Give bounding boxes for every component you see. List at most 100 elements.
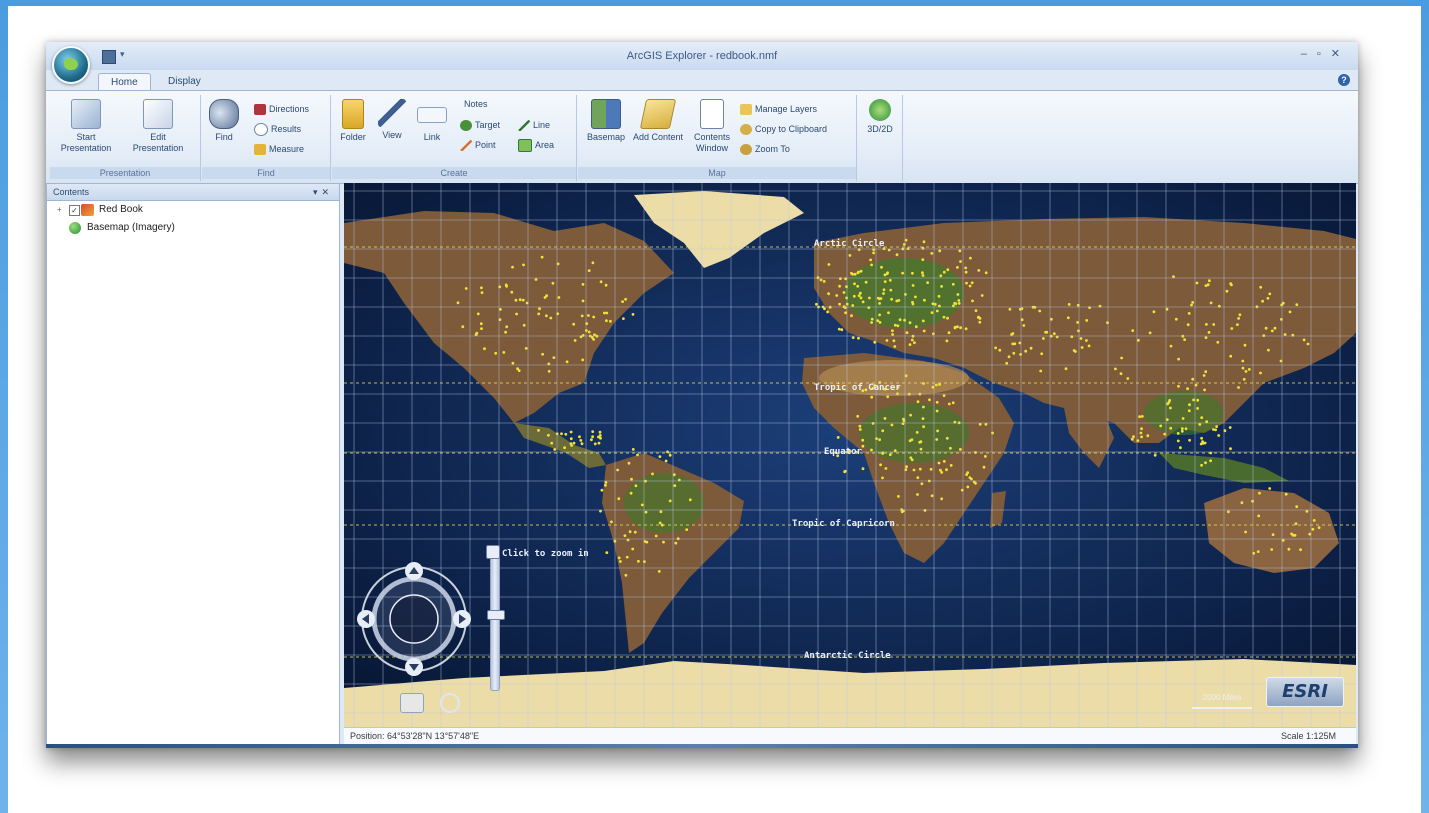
contents-window-button[interactable]: Contents Window	[686, 99, 738, 154]
find-button[interactable]: Find	[202, 99, 246, 143]
tropic-cancer-label: Tropic of Cancer	[814, 383, 901, 393]
link-button[interactable]: Link	[412, 99, 452, 143]
observation-point	[974, 481, 977, 485]
folder-button[interactable]: Folder	[332, 99, 374, 143]
observation-point	[1187, 409, 1191, 413]
arctic-circle-label: Arctic Circle	[814, 239, 885, 249]
zoom-in-icon[interactable]	[486, 545, 500, 559]
observation-point	[550, 441, 554, 445]
observation-point	[511, 361, 515, 365]
observation-point	[959, 326, 962, 330]
observation-point	[861, 467, 865, 471]
view-button[interactable]: View	[372, 99, 412, 141]
observation-point	[901, 271, 904, 275]
observation-point	[838, 302, 841, 306]
vegetation-seasia	[1144, 391, 1224, 435]
measure-button[interactable]: Measure	[254, 141, 304, 157]
observation-point	[1287, 547, 1291, 551]
create-group-label: Create	[332, 167, 576, 179]
coordinates-readout: Position: 64°53'28"N 13°57'48"E	[350, 731, 480, 741]
expand-icon[interactable]: +	[57, 201, 62, 219]
pan-up-icon[interactable]	[405, 562, 423, 580]
target-label: Target	[475, 120, 501, 130]
observation-point	[966, 471, 970, 474]
basemap-button[interactable]: Basemap	[580, 99, 632, 143]
observation-point	[1204, 370, 1208, 374]
observation-point	[878, 313, 881, 317]
tab-home[interactable]: Home	[98, 73, 151, 91]
manage-layers-label: Manage Layers	[755, 104, 818, 114]
help-icon[interactable]: ?	[1338, 74, 1350, 86]
directions-button[interactable]: Directions	[254, 101, 309, 117]
observation-point	[1306, 342, 1310, 346]
observation-point	[870, 321, 873, 324]
observation-point	[1206, 283, 1210, 287]
observation-point	[1191, 377, 1195, 381]
contents-window-label: Contents Window	[693, 132, 731, 153]
add-content-button[interactable]: Add Content	[630, 99, 686, 143]
observation-point	[534, 278, 538, 281]
observation-point	[940, 285, 943, 288]
zoom-to-button[interactable]: Zoom To	[740, 141, 790, 157]
observation-point	[633, 530, 637, 534]
start-presentation-button[interactable]: Start Presentation	[58, 99, 114, 154]
navigation-control[interactable]	[354, 561, 484, 696]
pan-left-icon[interactable]	[357, 610, 375, 628]
observation-point	[1130, 437, 1134, 441]
zoom-slider-thumb[interactable]	[487, 610, 505, 620]
edit-presentation-button[interactable]: Edit Presentation	[130, 99, 186, 154]
map-view[interactable]: Arctic Circle Tropic of Cancer Equator T…	[344, 183, 1356, 727]
observation-point	[872, 251, 875, 255]
application-button[interactable]	[52, 46, 90, 84]
observation-point	[998, 348, 1002, 352]
observation-point	[1180, 427, 1184, 430]
observation-point	[926, 281, 929, 284]
target-button[interactable]: Target	[460, 117, 500, 133]
observation-point	[644, 510, 648, 514]
observation-point	[540, 255, 544, 259]
pan-tool-icon[interactable]	[400, 693, 424, 713]
point-button[interactable]: Point	[460, 137, 496, 153]
pan-down-icon[interactable]	[405, 658, 423, 676]
observation-point	[1247, 368, 1251, 371]
area-button[interactable]: Area	[518, 137, 554, 153]
line-button[interactable]: Line	[518, 117, 550, 133]
window-controls[interactable]: –▫✕	[1301, 47, 1350, 60]
copy-clipboard-button[interactable]: Copy to Clipboard	[740, 121, 827, 137]
observation-point	[1268, 292, 1272, 296]
results-button[interactable]: Results	[254, 121, 301, 137]
observation-point	[875, 437, 878, 440]
layer-checkbox[interactable]: ✓	[69, 205, 80, 216]
observation-point	[1174, 317, 1178, 321]
observation-point	[521, 298, 525, 302]
observation-point	[627, 461, 631, 465]
observation-point	[837, 327, 841, 331]
observation-point	[1148, 331, 1152, 335]
edit-icon	[143, 99, 173, 129]
observation-point	[674, 541, 678, 545]
north-arrow-icon[interactable]	[440, 693, 460, 713]
zoom-slider[interactable]	[487, 549, 505, 691]
tab-display[interactable]: Display	[156, 73, 213, 90]
tree-item-basemap[interactable]: Basemap (Imagery)	[47, 219, 339, 237]
observation-point	[1188, 403, 1191, 407]
pan-right-icon[interactable]	[453, 610, 471, 628]
tree-item-red-book[interactable]: + ✓ Red Book	[47, 201, 339, 219]
observation-point	[658, 455, 662, 458]
observation-point	[939, 274, 943, 278]
observation-point	[668, 499, 672, 503]
observation-point	[1074, 350, 1077, 353]
view-mode-button[interactable]: 3D/2D	[860, 99, 900, 135]
observation-point	[890, 423, 894, 427]
observation-point	[1207, 331, 1211, 334]
observation-point	[1181, 417, 1185, 420]
observation-point	[480, 327, 483, 330]
observation-point	[1120, 356, 1123, 360]
observation-point	[1195, 281, 1199, 285]
observation-point	[1204, 336, 1208, 339]
panel-controls[interactable]: ▾✕	[313, 184, 333, 200]
observation-point	[861, 300, 865, 304]
manage-layers-button[interactable]: Manage Layers	[740, 101, 817, 117]
map-group-label: Map	[578, 167, 856, 179]
observation-point	[563, 446, 566, 450]
